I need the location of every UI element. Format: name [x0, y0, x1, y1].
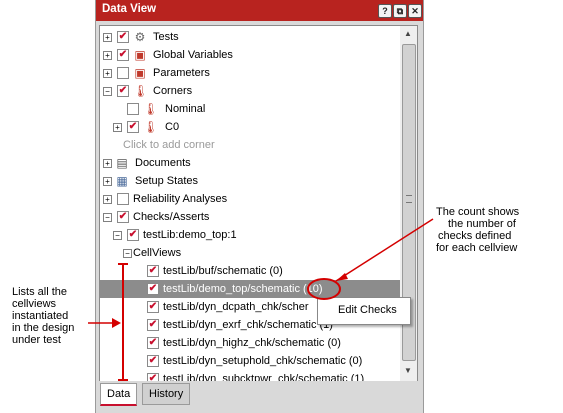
- tree-label: Click to add corner: [123, 139, 215, 151]
- tree-label: Checks/Asserts: [133, 211, 210, 223]
- tree-label: testLib/dyn_setuphold_chk/schematic (0): [163, 355, 363, 367]
- tree-checkbox[interactable]: ✔: [147, 265, 159, 277]
- scroll-down-icon[interactable]: ▼: [402, 365, 414, 377]
- expand-icon[interactable]: +: [113, 123, 122, 132]
- tree-row[interactable]: Click to add corner: [100, 136, 401, 154]
- tree-checkbox[interactable]: [117, 67, 129, 79]
- tree-row[interactable]: + ✔ 🌡 C0: [100, 118, 401, 136]
- tree-row[interactable]: + ✔ ⚙ Tests: [100, 28, 401, 46]
- expand-icon[interactable]: +: [103, 51, 112, 60]
- thermometer-icon: 🌡: [143, 120, 159, 134]
- tree-label: Setup States: [135, 175, 198, 187]
- tree-row[interactable]: 🌡 Nominal: [100, 100, 401, 118]
- collapse-icon[interactable]: −: [113, 231, 122, 240]
- tree-checkbox[interactable]: ✔: [147, 319, 159, 331]
- tree-row[interactable]: ✔ testLib/dyn_setuphold_chk/schematic (0): [100, 352, 401, 370]
- scroll-up-icon[interactable]: ▲: [402, 28, 414, 40]
- expand-icon[interactable]: +: [103, 33, 112, 42]
- gears-icon: ⚙: [134, 30, 146, 44]
- expand-icon[interactable]: +: [103, 195, 112, 204]
- tree-label: testLib/dyn_highz_chk/schematic (0): [163, 337, 341, 349]
- tree-label: testLib/dyn_dcpath_chk/scher: [163, 301, 309, 313]
- document-icon: ▤: [116, 156, 128, 170]
- tab-data[interactable]: Data: [100, 383, 138, 406]
- tree-row[interactable]: + ✔ ▣ Global Variables: [100, 46, 401, 64]
- context-menu: Edit Checks: [317, 297, 411, 325]
- help-button[interactable]: ?: [378, 4, 392, 18]
- tree-checkbox[interactable]: ✔: [127, 229, 139, 241]
- tree-label: Tests: [153, 31, 179, 43]
- tree-row[interactable]: + Reliability Analyses: [100, 190, 401, 208]
- tree-label: Reliability Analyses: [133, 193, 228, 205]
- tab-history[interactable]: History: [142, 383, 191, 405]
- cubes-icon: ▣: [134, 48, 146, 62]
- collapse-icon[interactable]: −: [103, 87, 112, 96]
- collapse-icon[interactable]: −: [123, 249, 132, 258]
- tree-checkbox[interactable]: ✔: [117, 85, 129, 97]
- expand-icon[interactable]: +: [103, 159, 112, 168]
- bottom-tab-bar: Data History: [96, 381, 423, 413]
- tree-label: testLib/buf/schematic (0): [163, 265, 283, 277]
- cubes-icon: ▣: [134, 66, 146, 80]
- tree-label: Corners: [153, 85, 193, 97]
- thermometer-icon: 🌡: [133, 84, 149, 98]
- tree-row[interactable]: − ✔ 🌡 Corners: [100, 82, 401, 100]
- tree-checkbox[interactable]: ✔: [117, 31, 129, 43]
- expand-icon[interactable]: +: [103, 177, 112, 186]
- grip-icon: [406, 195, 412, 203]
- data-view-panel: Data View ? ⧉ ✕ + ✔ ⚙ Tests + ✔ ▣ Global Variab…: [95, 0, 424, 413]
- data-tree: + ✔ ⚙ Tests + ✔ ▣ Global Variables + ▣ Parameters −…: [99, 25, 402, 382]
- tree-checkbox[interactable]: ✔: [147, 355, 159, 367]
- tree-checkbox[interactable]: ✔: [117, 49, 129, 61]
- title-bar: Data View ? ⧉ ✕: [96, 0, 423, 21]
- expand-icon[interactable]: +: [103, 69, 112, 78]
- restore-button[interactable]: ⧉: [393, 4, 407, 18]
- count-annotation: The count shows the number of checks def…: [436, 206, 520, 254]
- tree-label: CellViews: [133, 247, 182, 259]
- tree-checkbox[interactable]: ✔: [147, 283, 159, 295]
- tree-row[interactable]: − CellViews: [100, 244, 401, 262]
- tree-checkbox[interactable]: [127, 103, 139, 115]
- tree-label: testLib/demo_top/schematic (10): [163, 283, 323, 295]
- thermometer-icon: 🌡: [143, 102, 159, 116]
- tree-checkbox[interactable]: ✔: [147, 337, 159, 349]
- tree-checkbox[interactable]: [117, 193, 129, 205]
- tree-row[interactable]: ✔ testLib/demo_top/schematic (10): [100, 280, 401, 298]
- tree-label: Documents: [135, 157, 191, 169]
- tree-row[interactable]: ✔ testLib/buf/schematic (0): [100, 262, 401, 280]
- tree-label: C0: [165, 121, 180, 133]
- state-icon: ▦: [116, 174, 128, 188]
- tree-checkbox[interactable]: ✔: [117, 211, 129, 223]
- tree-label: testLib:demo_top:1: [143, 229, 237, 241]
- tree-row[interactable]: − ✔ Checks/Asserts: [100, 208, 401, 226]
- tree-checkbox[interactable]: ✔: [127, 121, 139, 133]
- tree-row[interactable]: ✔ testLib/dyn_highz_chk/schematic (0): [100, 334, 401, 352]
- tree-row[interactable]: + ▦ Setup States: [100, 172, 401, 190]
- tree-row[interactable]: + ▣ Parameters: [100, 64, 401, 82]
- menu-item-edit-checks[interactable]: Edit Checks: [338, 304, 397, 316]
- tree-label: Global Variables: [153, 49, 233, 61]
- tree-row[interactable]: − ✔ testLib:demo_top:1: [100, 226, 401, 244]
- cellviews-annotation: Lists all the cellviews instantiated in …: [12, 286, 75, 346]
- tree-label: Nominal: [165, 103, 206, 115]
- tree-label: testLib/dyn_exrf_chk/schematic (1): [163, 319, 333, 331]
- close-button[interactable]: ✕: [408, 4, 422, 18]
- tree-label: Parameters: [153, 67, 210, 79]
- vertical-scrollbar[interactable]: ▲ ▼: [400, 25, 418, 382]
- tree-row[interactable]: + ▤ Documents: [100, 154, 401, 172]
- panel-title: Data View: [102, 3, 157, 15]
- tree-checkbox[interactable]: ✔: [147, 301, 159, 313]
- collapse-icon[interactable]: −: [103, 213, 112, 222]
